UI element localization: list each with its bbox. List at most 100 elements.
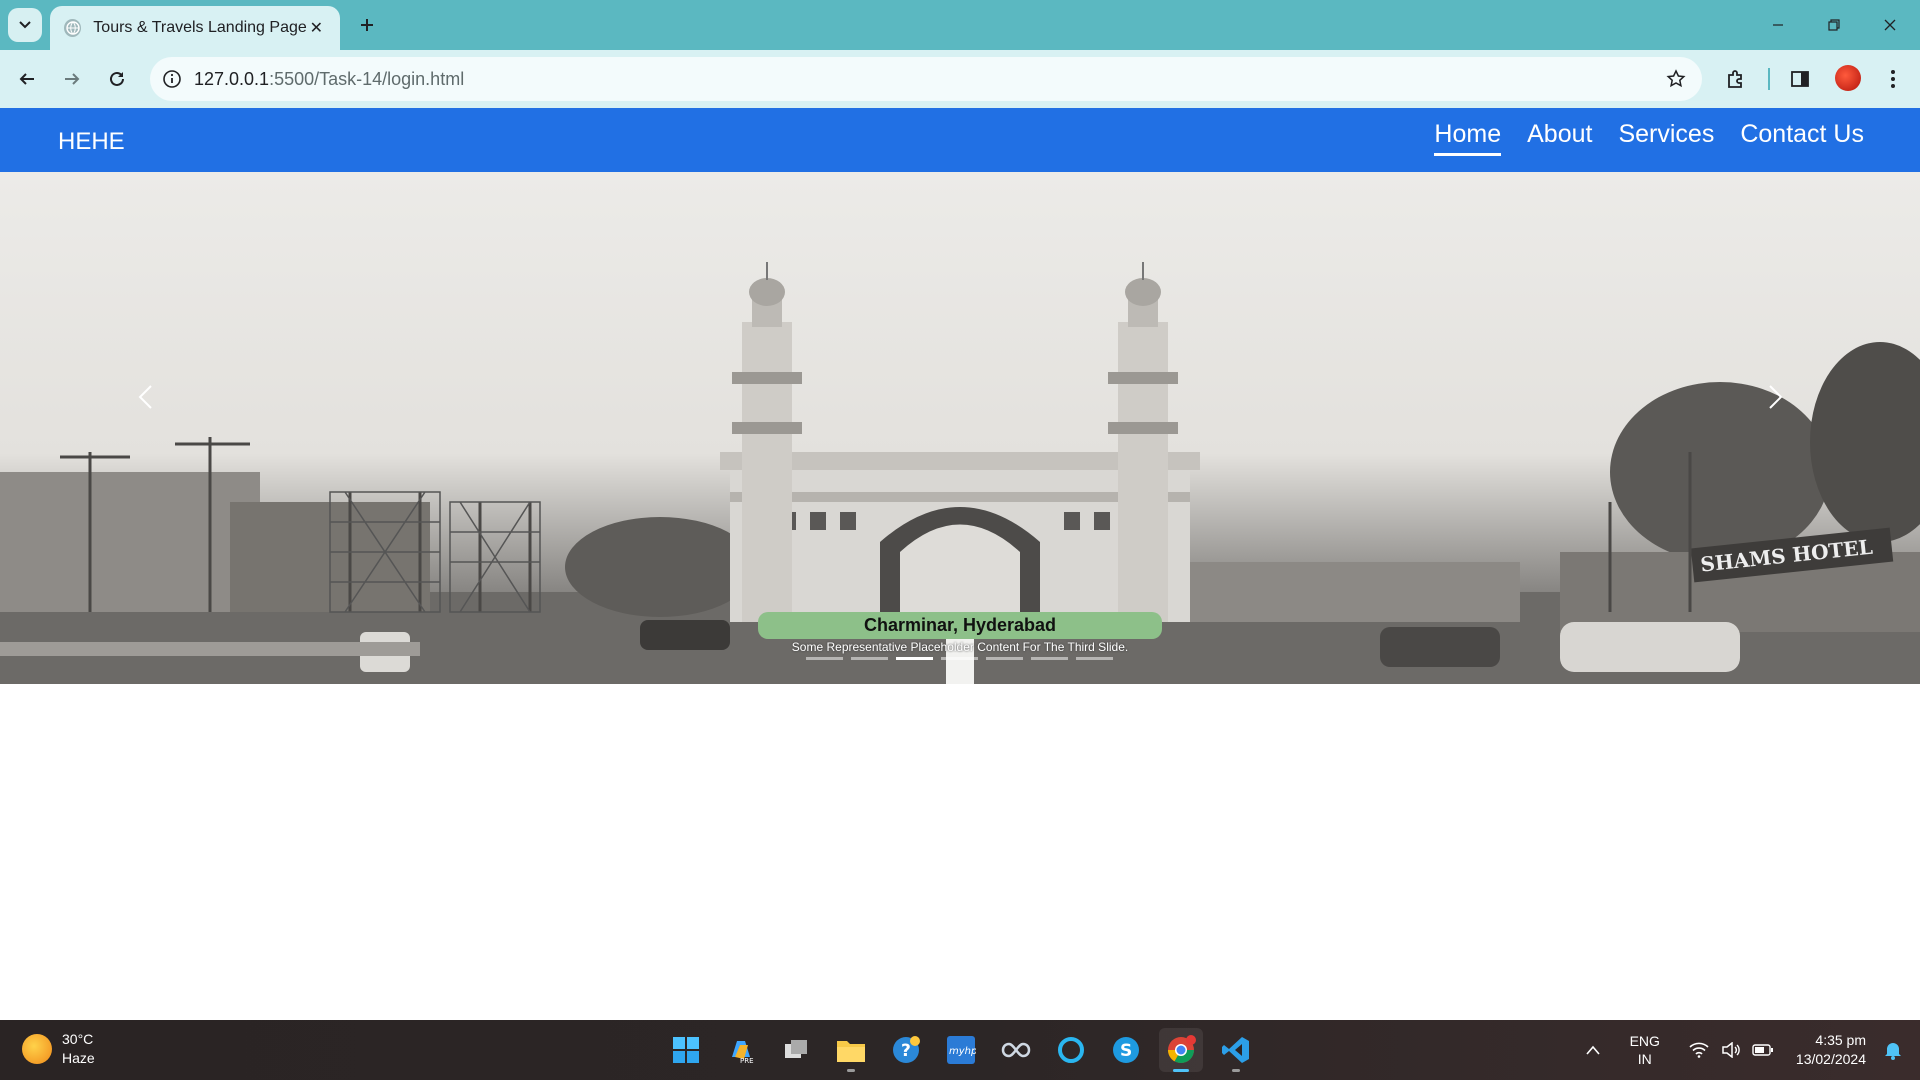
caption-title: Charminar, Hyderabad bbox=[758, 612, 1162, 639]
language-code: ENG bbox=[1629, 1033, 1660, 1049]
taskbar-get-help[interactable]: ? bbox=[884, 1028, 928, 1072]
carousel-indicator[interactable] bbox=[941, 657, 978, 660]
carousel-indicator[interactable] bbox=[851, 657, 888, 660]
toolbar-divider bbox=[1768, 68, 1770, 90]
carousel-next-button[interactable] bbox=[1756, 372, 1796, 422]
taskbar-meta[interactable] bbox=[994, 1028, 1038, 1072]
tab-strip: Tours & Travels Landing Page ✕ bbox=[0, 0, 1920, 50]
nav-link-about[interactable]: About bbox=[1527, 120, 1592, 156]
nav-link-home[interactable]: Home bbox=[1434, 120, 1502, 156]
nav-menu: Home About Services Contact Us bbox=[1434, 120, 1864, 156]
svg-text:myhp: myhp bbox=[949, 1046, 976, 1057]
close-window-button[interactable] bbox=[1868, 8, 1912, 42]
browser-tab[interactable]: Tours & Travels Landing Page ✕ bbox=[50, 6, 340, 50]
language-indicator[interactable]: ENG IN bbox=[1630, 1032, 1660, 1068]
windows-taskbar: 30°C Haze PRE ? myhp S ENG IN 4:35 pm 13… bbox=[0, 1020, 1920, 1080]
clock-date: 13/02/2024 bbox=[1795, 1051, 1866, 1067]
plus-icon bbox=[361, 19, 373, 31]
slide-caption: Charminar, Hyderabad Some Representative… bbox=[758, 612, 1162, 654]
show-hidden-icons-button[interactable] bbox=[1580, 1037, 1606, 1063]
clock-time: 4:35 pm bbox=[1815, 1032, 1866, 1048]
weather-condition: Haze bbox=[62, 1050, 95, 1066]
chevron-right-icon bbox=[1769, 385, 1783, 409]
running-indicator bbox=[1173, 1069, 1189, 1072]
puzzle-icon bbox=[1728, 70, 1742, 88]
svg-text:?: ? bbox=[901, 1041, 911, 1061]
site-navbar: HEHE Home About Services Contact Us bbox=[0, 108, 1920, 172]
region-code: IN bbox=[1637, 1051, 1652, 1067]
reload-icon bbox=[110, 71, 124, 86]
vscode-icon bbox=[1222, 1037, 1249, 1063]
taskbar-task-view[interactable] bbox=[774, 1028, 818, 1072]
nav-link-contact[interactable]: Contact Us bbox=[1740, 120, 1864, 156]
taskbar-skype[interactable]: S bbox=[1104, 1028, 1148, 1072]
site-info-icon[interactable] bbox=[150, 57, 194, 101]
forward-button[interactable] bbox=[55, 62, 89, 96]
side-panel-icon bbox=[1791, 71, 1809, 87]
new-tab-button[interactable] bbox=[352, 10, 382, 40]
system-tray: ENG IN 4:35 pm 13/02/2024 bbox=[1580, 1020, 1920, 1080]
windows-logo-icon bbox=[673, 1037, 699, 1063]
myhp-icon: myhp bbox=[947, 1036, 976, 1064]
system-clock[interactable]: 4:35 pm 13/02/2024 bbox=[1796, 1031, 1866, 1069]
bookmark-star-icon[interactable] bbox=[1664, 67, 1688, 91]
restore-button[interactable] bbox=[1812, 8, 1856, 42]
caption-text: Some Representative Placeholder Content … bbox=[791, 640, 1129, 654]
arrow-left-icon bbox=[19, 73, 34, 85]
minimize-button[interactable] bbox=[1756, 8, 1800, 42]
slide-image-charminar: SHAMS HOTEL bbox=[0, 262, 1920, 684]
folder-icon bbox=[837, 1041, 865, 1062]
circle-ring-icon bbox=[1058, 1037, 1084, 1063]
battery-icon[interactable] bbox=[1750, 1037, 1776, 1063]
copilot-icon: PRE bbox=[732, 1041, 754, 1065]
help-icon: ? bbox=[893, 1036, 920, 1063]
taskbar-vscode[interactable] bbox=[1214, 1028, 1258, 1072]
site-brand[interactable]: HEHE bbox=[58, 128, 125, 156]
reload-button[interactable] bbox=[100, 62, 134, 96]
chrome-icon bbox=[1167, 1035, 1196, 1064]
tab-close-icon[interactable]: ✕ bbox=[307, 18, 326, 38]
taskbar-apps: PRE ? myhp S bbox=[664, 1028, 1258, 1072]
carousel-indicator[interactable] bbox=[1076, 657, 1113, 660]
chevron-up-icon bbox=[1585, 1045, 1600, 1055]
carousel-prev-button[interactable] bbox=[125, 372, 165, 422]
side-panel-button[interactable] bbox=[1783, 62, 1817, 96]
nav-link-services[interactable]: Services bbox=[1618, 120, 1714, 156]
start-button[interactable] bbox=[664, 1028, 708, 1072]
running-indicator bbox=[847, 1069, 855, 1072]
arrow-right-icon bbox=[65, 73, 80, 85]
taskbar-file-explorer[interactable] bbox=[829, 1028, 873, 1072]
svg-text:PRE: PRE bbox=[740, 1057, 754, 1065]
browser-menu-button[interactable] bbox=[1876, 62, 1910, 96]
carousel-indicator[interactable] bbox=[1031, 657, 1068, 660]
url-text: 127.0.0.1:5500/Task-14/login.html bbox=[194, 69, 464, 90]
taskbar-cortana[interactable] bbox=[1049, 1028, 1093, 1072]
taskbar-copilot[interactable]: PRE bbox=[719, 1028, 763, 1072]
svg-text:S: S bbox=[1120, 1041, 1132, 1061]
infinity-icon bbox=[1001, 1042, 1031, 1058]
back-button[interactable] bbox=[10, 62, 44, 96]
skype-icon: S bbox=[1113, 1037, 1139, 1063]
wifi-icon[interactable] bbox=[1686, 1037, 1712, 1063]
notification-bell-icon[interactable] bbox=[1880, 1037, 1906, 1063]
taskbar-myhp[interactable]: myhp bbox=[939, 1028, 983, 1072]
carousel-indicator[interactable] bbox=[896, 657, 933, 660]
haze-sun-icon bbox=[22, 1034, 52, 1064]
hero-carousel: SHAMS HOTEL Charminar, Hyderabad Some Re… bbox=[0, 172, 1920, 684]
close-icon bbox=[1884, 19, 1896, 31]
profile-avatar[interactable] bbox=[1835, 65, 1861, 91]
volume-icon[interactable] bbox=[1718, 1037, 1744, 1063]
weather-temperature: 30°C bbox=[62, 1031, 94, 1047]
chevron-down-icon bbox=[19, 21, 31, 29]
tab-title: Tours & Travels Landing Page bbox=[93, 19, 307, 36]
carousel-indicator[interactable] bbox=[806, 657, 843, 660]
url-host: 127.0.0.1 bbox=[194, 68, 270, 89]
minimize-icon bbox=[1773, 24, 1783, 26]
taskbar-chrome[interactable] bbox=[1159, 1028, 1203, 1072]
tab-search-button[interactable] bbox=[8, 8, 42, 42]
extensions-button[interactable] bbox=[1719, 62, 1753, 96]
weather-widget[interactable]: 30°C Haze bbox=[22, 1030, 95, 1068]
restore-icon bbox=[1828, 19, 1840, 31]
address-bar[interactable]: 127.0.0.1:5500/Task-14/login.html bbox=[150, 57, 1702, 101]
carousel-indicator[interactable] bbox=[986, 657, 1023, 660]
